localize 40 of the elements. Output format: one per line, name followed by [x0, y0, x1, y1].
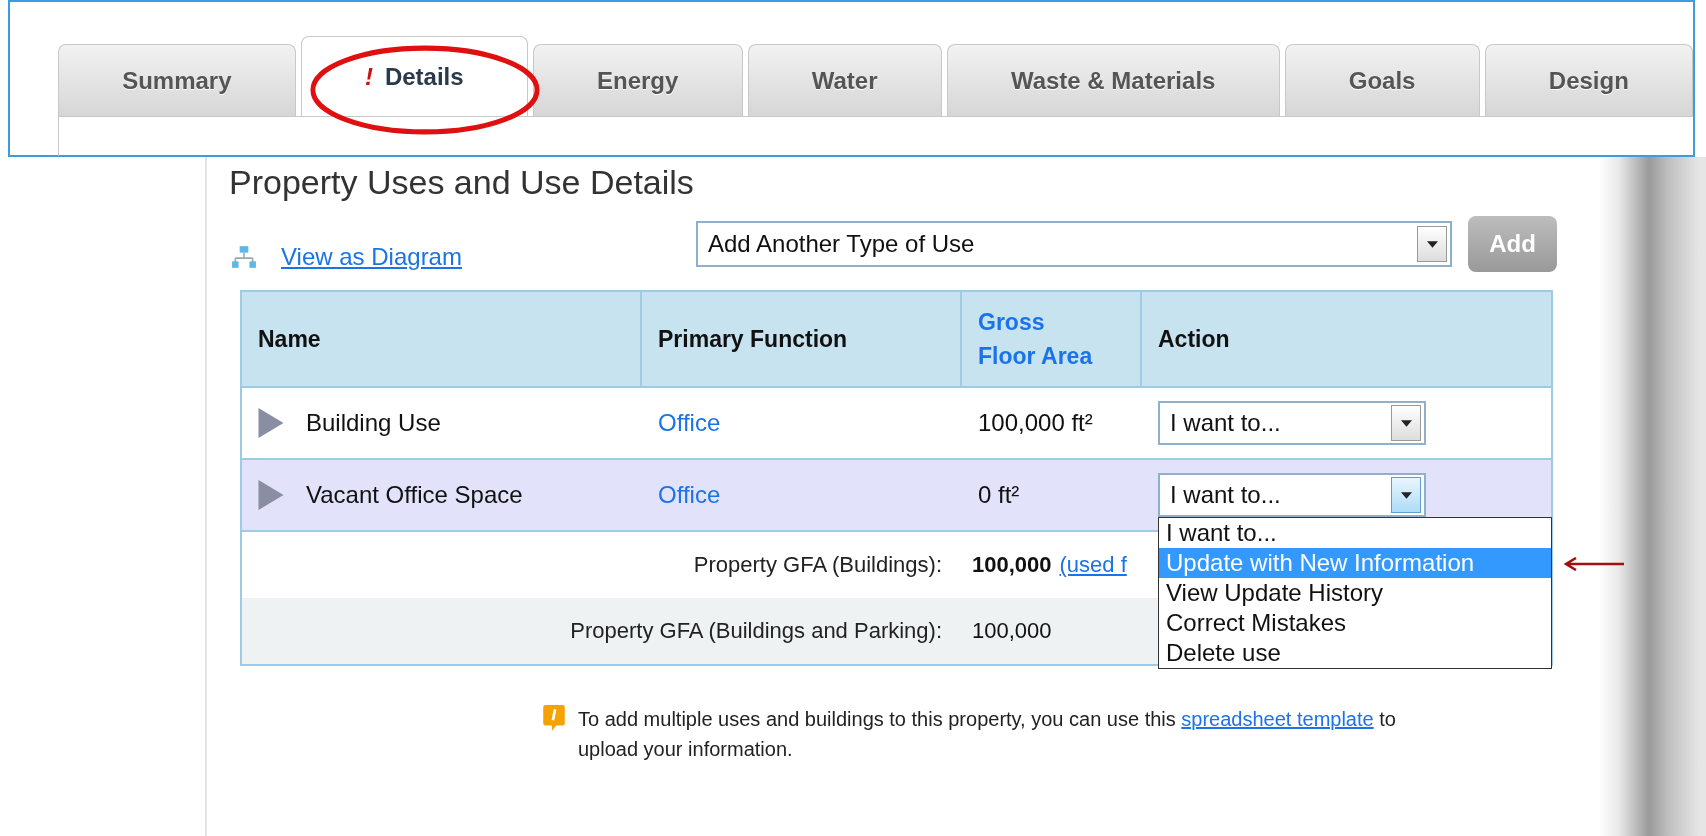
total-value: 100,000 [972, 552, 1052, 578]
expand-icon[interactable] [258, 480, 284, 510]
tab[interactable]: Summary [58, 44, 296, 116]
caret-icon [1400, 491, 1412, 499]
caret-icon [1400, 419, 1412, 427]
tab[interactable]: Waste & Materials [946, 44, 1280, 116]
tab[interactable]: Water [747, 44, 942, 116]
spreadsheet-template-link[interactable]: spreadsheet template [1181, 708, 1374, 730]
expand-icon[interactable] [258, 408, 284, 438]
help-text: To add multiple uses and buildings to this property, you can use this spreadsheet template to upload your information. [578, 707, 1397, 762]
total-value: 100,000 [972, 618, 1052, 644]
table-cell: 100,000 ft² [978, 409, 1093, 437]
tab[interactable]: Energy [532, 44, 743, 116]
column-header: Name [258, 325, 321, 354]
tab[interactable]: Goals [1284, 44, 1480, 116]
column-header: Primary Function [658, 325, 848, 354]
section-heading: Property Uses and Use Details [229, 163, 694, 202]
tab[interactable]: ! Details [300, 36, 528, 116]
function-link[interactable]: Office [658, 481, 721, 509]
menu-option[interactable]: I want to... [1159, 518, 1551, 548]
hierarchy-icon [231, 245, 257, 269]
use-name: Building Use [306, 409, 441, 437]
tab[interactable]: Design [1484, 44, 1693, 116]
column-header: Action [1158, 325, 1230, 354]
caret-icon [1426, 240, 1438, 248]
action-select[interactable]: I want to... [1158, 473, 1426, 517]
info-icon [542, 704, 566, 732]
total-label: Property GFA (Buildings and Parking): [569, 618, 942, 644]
action-select[interactable]: I want to... [1158, 401, 1426, 445]
menu-option[interactable]: Correct Mistakes [1159, 608, 1551, 638]
menu-option[interactable]: View Update History [1159, 578, 1551, 608]
column-header[interactable]: Gross Floor Area [978, 305, 1098, 373]
total-label: Property GFA (Buildings): [692, 552, 942, 578]
use-name: Vacant Office Space [306, 481, 523, 509]
table-cell: 0 ft² [978, 481, 1020, 509]
menu-option[interactable]: Delete use [1159, 638, 1551, 668]
view-diagram-link[interactable]: View as Diagram [281, 243, 462, 271]
used-for-link[interactable]: (used f [1059, 552, 1127, 578]
function-link[interactable]: Office [658, 409, 721, 437]
use-type-select[interactable]: Add Another Type of Use [696, 221, 1452, 267]
